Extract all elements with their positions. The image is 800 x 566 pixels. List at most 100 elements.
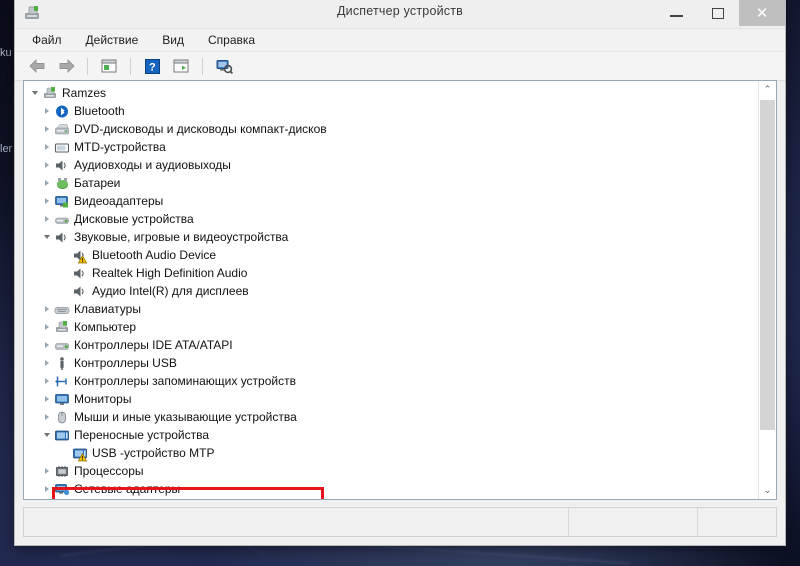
tree-item-label: Аудио Intel(R) для дисплеев (92, 284, 249, 298)
tree-item[interactable]: Процессоры (24, 462, 758, 480)
tree-item[interactable]: Звуковые, игровые и видеоустройства (24, 228, 758, 246)
tree-item[interactable]: Мыши и иные указывающие устройства (24, 408, 758, 426)
speaker-icon (53, 230, 71, 245)
portable-device-icon (71, 446, 89, 461)
properties-icon[interactable] (97, 55, 121, 77)
speaker-icon (53, 158, 71, 173)
desktop-text-fragment: ler (0, 143, 13, 155)
chevron-right-icon[interactable] (40, 126, 53, 132)
display-adapter-icon (53, 194, 71, 209)
menu-item-action[interactable]: Действие (83, 32, 142, 48)
chevron-right-icon[interactable] (40, 396, 53, 402)
tree-item-label: USB -устройство MTP (92, 446, 215, 460)
storage-controller-icon (53, 374, 71, 389)
chevron-right-icon[interactable] (40, 414, 53, 420)
chevron-right-icon[interactable] (40, 378, 53, 384)
chevron-right-icon[interactable] (40, 342, 53, 348)
tree-item-label: Видеоадаптеры (74, 194, 164, 208)
tree-item[interactable]: USB -устройство MTP (24, 444, 758, 462)
tree-item-label: Bluetooth (74, 104, 125, 118)
tree-item[interactable]: Видеоадаптеры (24, 192, 758, 210)
chevron-down-icon[interactable] (28, 91, 41, 95)
tree-item-label: Bluetooth Audio Device (92, 248, 217, 262)
tree-item-label: Мониторы (74, 392, 132, 406)
chevron-right-icon[interactable] (40, 198, 53, 204)
show-hidden-devices-icon[interactable] (169, 55, 193, 77)
tree-item[interactable]: Аудио Intel(R) для дисплеев (24, 282, 758, 300)
tree-item[interactable]: Компьютер (24, 318, 758, 336)
chevron-down-icon[interactable] (40, 235, 53, 239)
tree-item[interactable]: Контроллеры USB (24, 354, 758, 372)
menu-item-view[interactable]: Вид (159, 32, 187, 48)
tree-item[interactable]: Контроллеры запоминающих устройств (24, 372, 758, 390)
tree-item[interactable]: Realtek High Definition Audio (24, 264, 758, 282)
chevron-right-icon[interactable] (40, 144, 53, 150)
tree-item[interactable]: Клавиатуры (24, 300, 758, 318)
speaker-icon (71, 248, 89, 263)
maximize-button[interactable] (697, 0, 739, 26)
tree-item-label: Контроллеры USB (74, 356, 177, 370)
menu-item-file[interactable]: Файл (29, 32, 65, 48)
title-bar[interactable]: Диспетчер устройств ✕ (15, 0, 785, 29)
tree-item-label: Сетевые адаптеры (74, 482, 181, 496)
chevron-right-icon[interactable] (40, 162, 53, 168)
tree-item-label: Контроллеры запоминающих устройств (74, 374, 296, 388)
chevron-right-icon[interactable] (40, 360, 53, 366)
mouse-icon (53, 410, 71, 425)
tree-root-node[interactable]: Ramzes (24, 84, 758, 102)
tree-item[interactable]: Контроллеры IDE ATA/ATAPI (24, 336, 758, 354)
help-icon[interactable]: ? (140, 55, 164, 77)
tree-item[interactable]: Дисковые устройства (24, 210, 758, 228)
tree-item-label: MTD-устройства (74, 140, 166, 154)
computer-icon (53, 320, 71, 335)
back-icon[interactable] (25, 55, 49, 77)
network-adapter-icon (53, 482, 71, 497)
tree-item[interactable]: Системные устройства (24, 498, 758, 499)
close-button[interactable]: ✕ (739, 0, 785, 26)
chevron-right-icon[interactable] (40, 306, 53, 312)
chevron-down-icon[interactable] (40, 433, 53, 437)
tree-item-label: Переносные устройства (74, 428, 210, 442)
chevron-right-icon[interactable] (40, 216, 53, 222)
chevron-right-icon[interactable] (40, 108, 53, 114)
dvd-drive-icon (53, 122, 71, 137)
tree-item-label: Realtek High Definition Audio (92, 266, 248, 280)
scrollbar-track[interactable] (759, 98, 776, 482)
tree-item[interactable]: Переносные устройства (24, 426, 758, 444)
tree-item-label: Клавиатуры (74, 302, 141, 316)
toolbar-separator (87, 57, 88, 75)
device-manager-window: Диспетчер устройств ✕ Файл Действие Вид … (14, 0, 786, 546)
tree-item-label: Звуковые, игровые и видеоустройства (74, 230, 289, 244)
device-tree[interactable]: Ramzes Bluetooth DVD-дисководы и дисководы… (24, 81, 758, 499)
forward-icon[interactable] (54, 55, 78, 77)
minimize-button[interactable] (655, 0, 697, 26)
ide-controller-icon (53, 338, 71, 353)
chevron-right-icon[interactable] (40, 486, 53, 492)
tree-item[interactable]: Мониторы (24, 390, 758, 408)
tree-item-label: DVD-дисководы и дисководы компакт-дисков (74, 122, 327, 136)
scrollbar-thumb[interactable] (760, 100, 775, 431)
tree-item[interactable]: DVD-дисководы и дисководы компакт-дисков (24, 120, 758, 138)
menu-item-help[interactable]: Справка (205, 32, 258, 48)
chevron-right-icon[interactable] (40, 324, 53, 330)
tree-item-label: Ramzes (62, 86, 107, 100)
chevron-right-icon[interactable] (40, 180, 53, 186)
tree-item[interactable]: Аудиовходы и аудиовыходы (24, 156, 758, 174)
status-bar (23, 507, 777, 537)
tree-item[interactable]: Сетевые адаптеры (24, 480, 758, 498)
tree-item[interactable]: Bluetooth (24, 102, 758, 120)
tree-item[interactable]: Батареи (24, 174, 758, 192)
desktop-text-fragment: ku (0, 47, 12, 59)
tree-item-label: Компьютер (74, 320, 137, 334)
toolbar-separator (130, 57, 131, 75)
processor-icon (53, 464, 71, 479)
chevron-right-icon[interactable] (40, 468, 53, 474)
scan-hardware-changes-icon[interactable] (212, 55, 236, 77)
tree-item[interactable]: Bluetooth Audio Device (24, 246, 758, 264)
tree-item[interactable]: MTD-устройства (24, 138, 758, 156)
mtd-device-icon (53, 140, 71, 155)
vertical-scrollbar[interactable]: ⌃ ⌄ (758, 81, 776, 499)
scroll-down-button[interactable]: ⌄ (759, 482, 776, 499)
usb-icon (53, 356, 71, 371)
scroll-up-button[interactable]: ⌃ (759, 81, 776, 98)
